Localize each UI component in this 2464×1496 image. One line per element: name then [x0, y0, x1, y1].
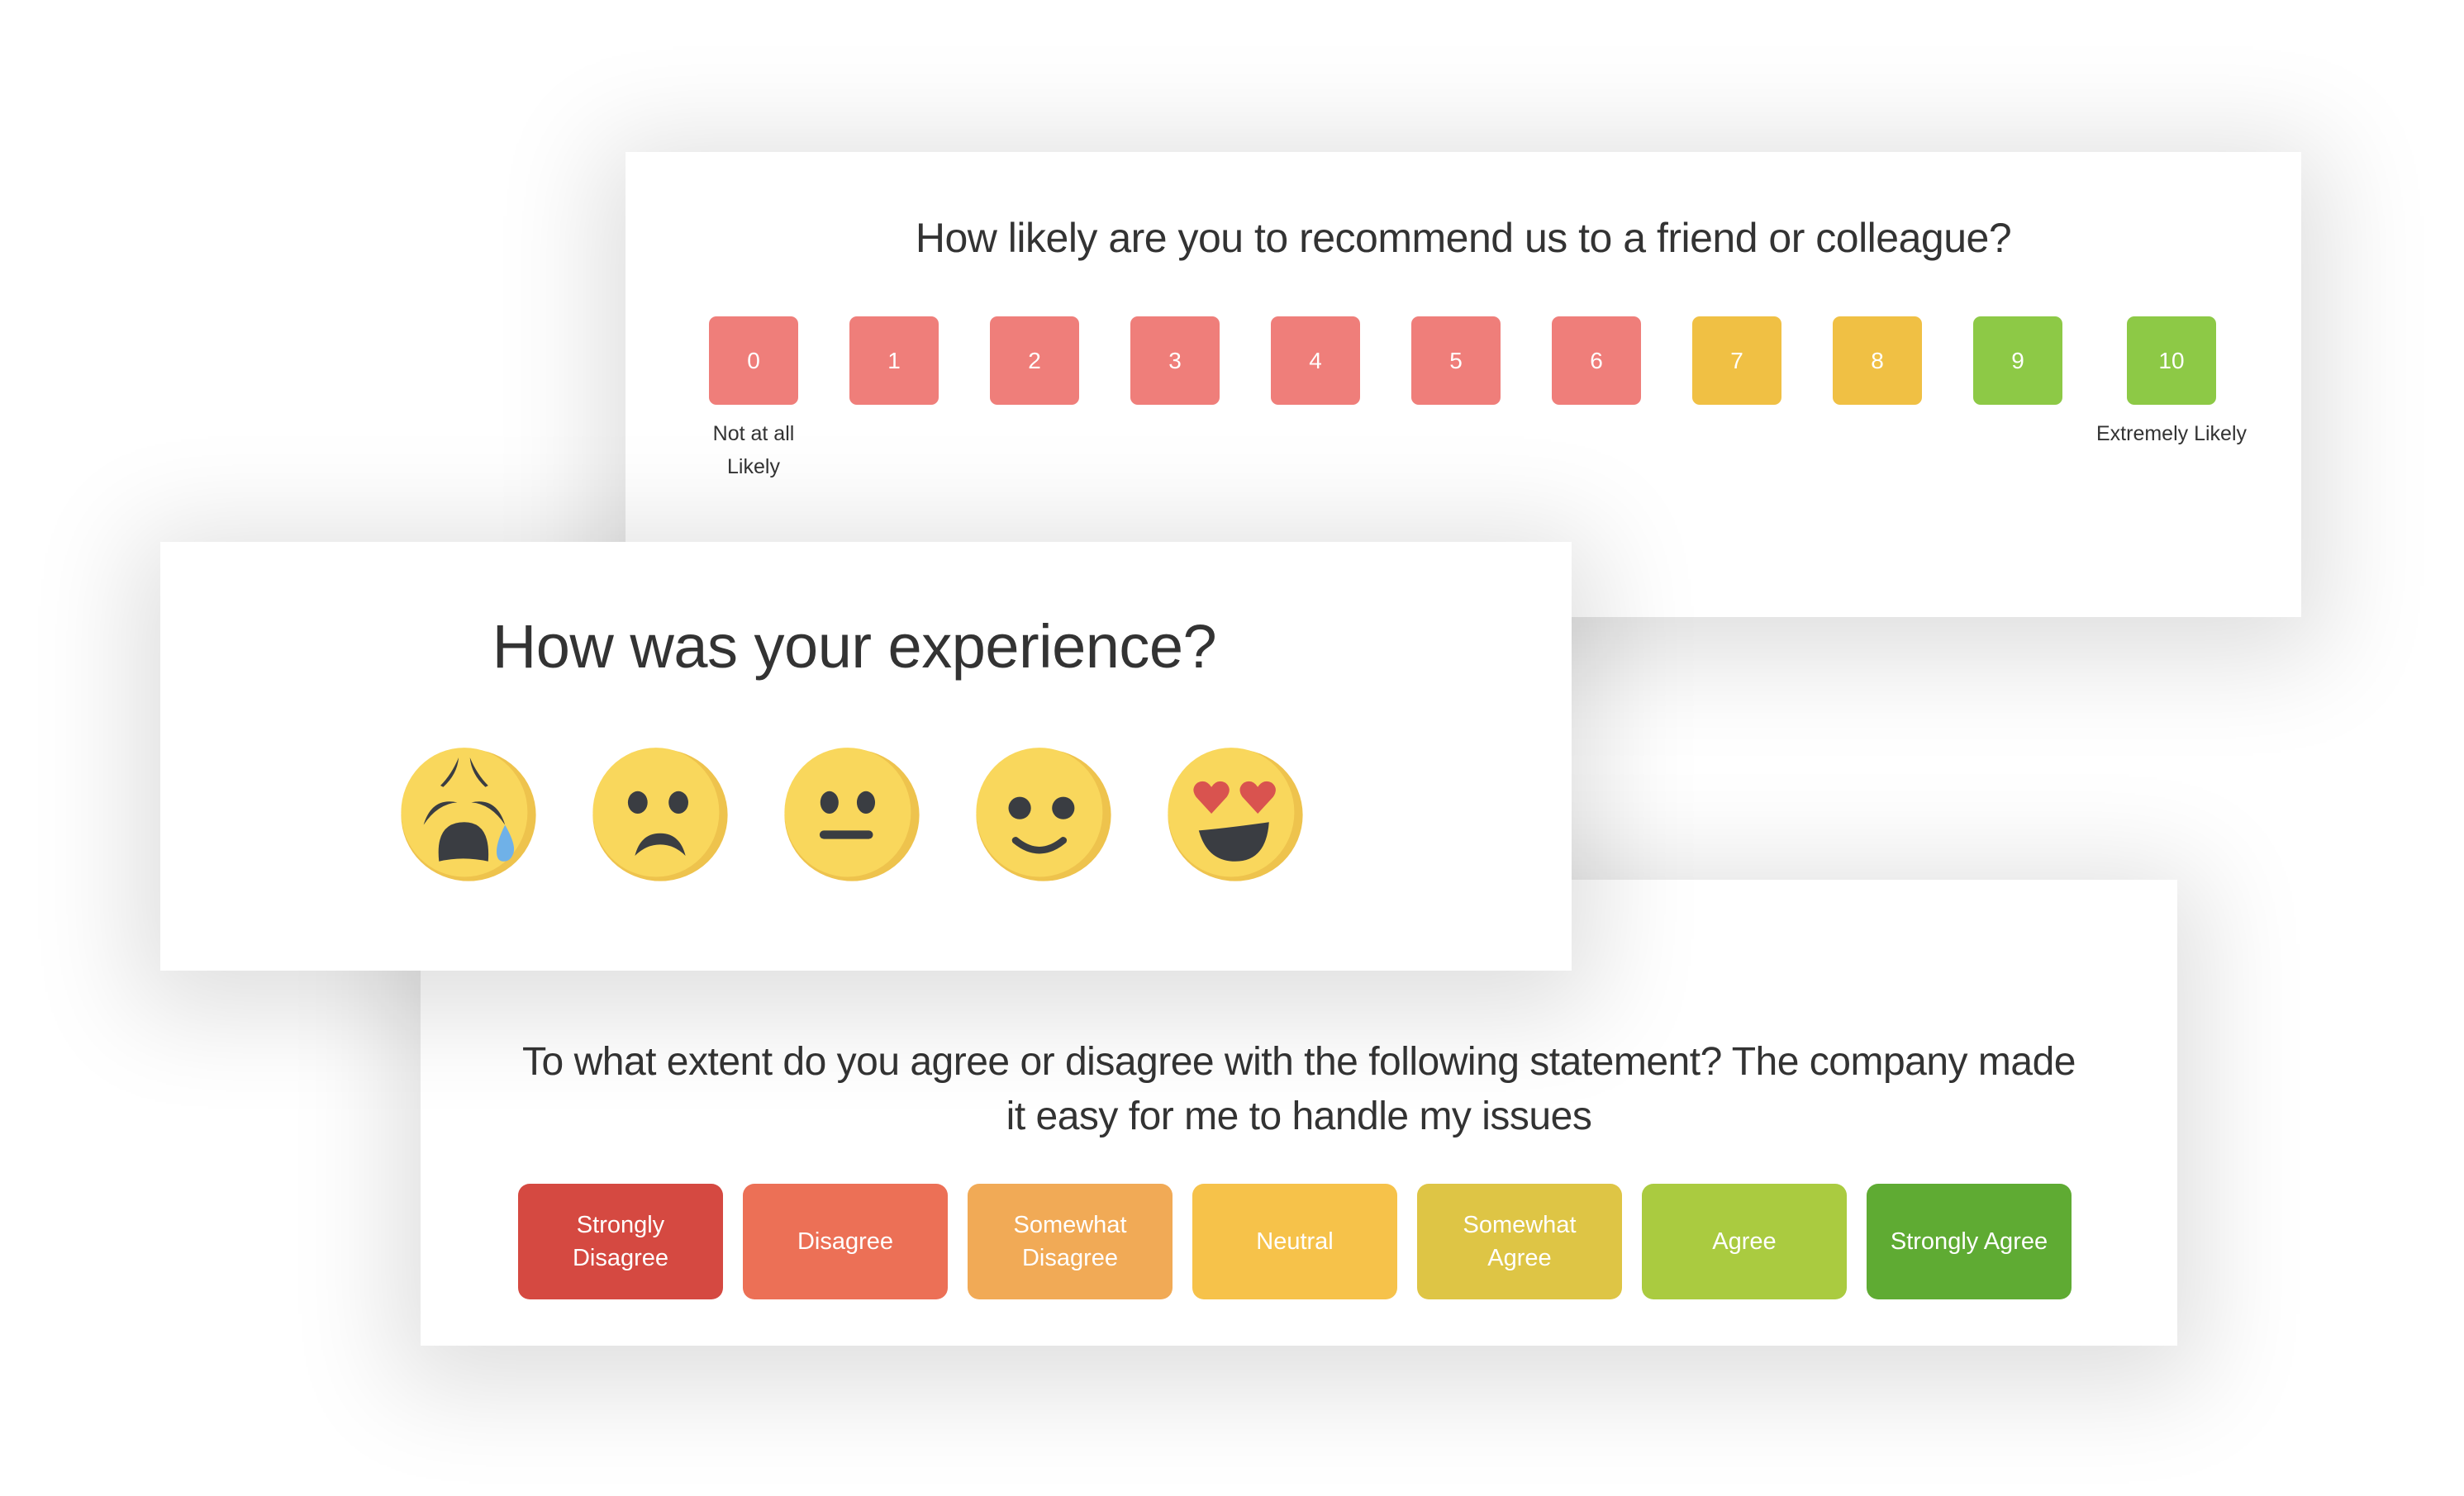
slightly-smiling-face-icon [976, 748, 1111, 881]
weary-crying-face-icon [401, 748, 536, 881]
emoji-option-great[interactable] [1165, 743, 1306, 884]
neutral-face-icon [784, 748, 920, 881]
emoji-option-neutral[interactable] [782, 743, 922, 884]
nps-option-5: 5 [1411, 316, 1501, 405]
likert-option-disagree[interactable]: Disagree [743, 1184, 948, 1299]
nps-score-button[interactable]: 1 [849, 316, 939, 405]
emoji-question-title: How was your experience? [492, 612, 1217, 681]
nps-option-6: 6 [1552, 316, 1641, 405]
likert-option-neutral[interactable]: Neutral [1192, 1184, 1397, 1299]
nps-option-1: 1 [849, 316, 939, 405]
nps-option-7: 7 [1692, 316, 1781, 405]
nps-option-9: 9 [1973, 316, 2062, 405]
nps-option-4: 4 [1271, 316, 1360, 405]
nps-score-button[interactable]: 6 [1552, 316, 1641, 405]
nps-score-button[interactable]: 5 [1411, 316, 1501, 405]
nps-high-label: Extremely Likely [2096, 422, 2247, 445]
nps-score-button[interactable]: 0 [709, 316, 798, 405]
nps-question-title: How likely are you to recommend us to a … [915, 215, 2012, 261]
emoji-option-good[interactable] [973, 743, 1114, 884]
likert-option-somewhat-disagree[interactable]: Somewhat Disagree [968, 1184, 1173, 1299]
likert-option-somewhat-agree[interactable]: Somewhat Agree [1417, 1184, 1622, 1299]
nps-score-button[interactable]: 2 [990, 316, 1079, 405]
nps-option-3: 3 [1130, 316, 1220, 405]
likert-option-strongly-disagree[interactable]: Strongly Disagree [518, 1184, 723, 1299]
nps-score-button[interactable]: 9 [1973, 316, 2062, 405]
frowning-face-icon [592, 748, 728, 881]
nps-option-0: 0 Not at all Likely [709, 316, 798, 478]
nps-score-button[interactable]: 3 [1130, 316, 1220, 405]
emoji-rating-card: How was your experience? [160, 542, 1572, 971]
nps-option-2: 2 [990, 316, 1079, 405]
nps-option-8: 8 [1833, 316, 1922, 405]
likert-option-strongly-agree[interactable]: Strongly Agree [1867, 1184, 2072, 1299]
emoji-option-very-bad[interactable] [398, 743, 539, 884]
nps-score-button[interactable]: 8 [1833, 316, 1922, 405]
heart-eyes-face-icon [1168, 748, 1303, 881]
nps-option-10: 10 Extremely Likely [2096, 316, 2247, 445]
nps-score-button[interactable]: 7 [1692, 316, 1781, 405]
nps-score-button[interactable]: 10 [2127, 316, 2216, 405]
likert-question-title: To what extent do you agree or disagree … [522, 1040, 2076, 1138]
emoji-option-bad[interactable] [590, 743, 730, 884]
nps-low-label: Not at all Likely [712, 422, 795, 478]
nps-score-button[interactable]: 4 [1271, 316, 1360, 405]
likert-option-agree[interactable]: Agree [1642, 1184, 1847, 1299]
